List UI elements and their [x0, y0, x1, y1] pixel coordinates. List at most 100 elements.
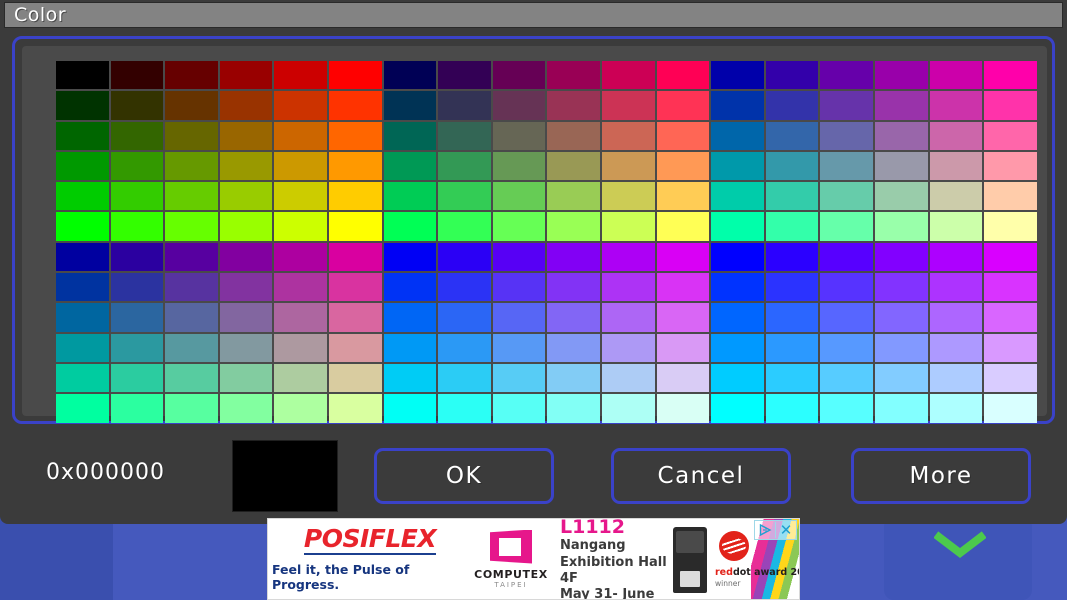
more-button[interactable]: More [851, 448, 1031, 504]
color-swatch[interactable] [165, 61, 218, 90]
color-swatch[interactable] [984, 303, 1037, 332]
color-swatch[interactable] [765, 182, 819, 211]
color-swatch[interactable] [274, 91, 327, 120]
color-swatch[interactable] [219, 242, 273, 272]
color-swatch[interactable] [110, 242, 164, 272]
color-swatch[interactable] [56, 182, 109, 211]
color-swatch[interactable] [165, 273, 218, 302]
color-swatch[interactable] [820, 394, 873, 423]
color-swatch[interactable] [165, 121, 218, 150]
color-swatch[interactable] [219, 91, 273, 120]
color-swatch[interactable] [274, 394, 327, 423]
color-swatch[interactable] [438, 333, 491, 362]
color-swatch[interactable] [274, 212, 327, 241]
color-swatch[interactable] [383, 61, 437, 90]
color-swatch[interactable] [929, 303, 983, 332]
color-swatch[interactable] [438, 91, 491, 120]
color-swatch[interactable] [274, 182, 327, 211]
color-swatch[interactable] [656, 242, 710, 272]
color-swatch[interactable] [110, 333, 164, 362]
color-swatch[interactable] [165, 151, 218, 181]
advertisement-banner[interactable]: POSIFLEX Feel it, the Pulse of Progress.… [267, 518, 800, 600]
color-swatch[interactable] [765, 61, 819, 90]
color-swatch[interactable] [56, 121, 109, 150]
color-swatch[interactable] [820, 242, 873, 272]
color-swatch[interactable] [56, 242, 109, 272]
color-swatch[interactable] [547, 394, 600, 423]
color-swatch[interactable] [547, 303, 600, 332]
color-swatch[interactable] [820, 91, 873, 120]
color-swatch[interactable] [274, 333, 327, 362]
collapse-chevron-button[interactable] [930, 524, 990, 566]
color-swatch[interactable] [383, 182, 437, 211]
color-swatch[interactable] [438, 182, 491, 211]
color-swatch[interactable] [929, 182, 983, 211]
color-swatch[interactable] [711, 333, 764, 362]
color-swatch[interactable] [656, 303, 710, 332]
color-swatch[interactable] [984, 363, 1037, 393]
color-swatch[interactable] [820, 151, 873, 181]
color-swatch[interactable] [656, 91, 710, 120]
color-swatch[interactable] [601, 91, 655, 120]
color-swatch[interactable] [219, 363, 273, 393]
color-swatch[interactable] [219, 182, 273, 211]
color-swatch[interactable] [492, 303, 546, 332]
color-swatch[interactable] [56, 394, 109, 423]
color-swatch[interactable] [383, 121, 437, 150]
color-swatch[interactable] [438, 273, 491, 302]
color-swatch[interactable] [165, 182, 218, 211]
color-swatch[interactable] [547, 363, 600, 393]
color-swatch[interactable] [984, 61, 1037, 90]
color-swatch[interactable] [328, 242, 382, 272]
adchoices-control[interactable]: ✕ [754, 520, 797, 540]
color-swatch[interactable] [656, 182, 710, 211]
color-swatch[interactable] [547, 273, 600, 302]
color-swatch[interactable] [219, 394, 273, 423]
color-swatch[interactable] [383, 303, 437, 332]
color-swatch[interactable] [874, 303, 928, 332]
color-swatch[interactable] [328, 91, 382, 120]
color-swatch[interactable] [56, 303, 109, 332]
color-swatch[interactable] [820, 61, 873, 90]
color-swatch[interactable] [929, 273, 983, 302]
color-swatch[interactable] [165, 394, 218, 423]
ok-button[interactable]: OK [374, 448, 554, 504]
color-swatch[interactable] [874, 333, 928, 362]
color-swatch[interactable] [547, 333, 600, 362]
color-swatch[interactable] [984, 182, 1037, 211]
color-swatch[interactable] [219, 273, 273, 302]
color-swatch[interactable] [56, 151, 109, 181]
color-swatch[interactable] [492, 91, 546, 120]
color-swatch[interactable] [711, 182, 764, 211]
color-swatch[interactable] [492, 333, 546, 362]
color-swatch[interactable] [874, 151, 928, 181]
color-swatch[interactable] [274, 61, 327, 90]
color-swatch[interactable] [601, 394, 655, 423]
color-swatch[interactable] [110, 182, 164, 211]
color-swatch[interactable] [984, 121, 1037, 150]
color-swatch[interactable] [165, 212, 218, 241]
color-swatch[interactable] [929, 333, 983, 362]
color-swatch[interactable] [601, 303, 655, 332]
color-swatch[interactable] [984, 333, 1037, 362]
color-swatch[interactable] [328, 363, 382, 393]
color-swatch[interactable] [274, 242, 327, 272]
color-swatch[interactable] [929, 212, 983, 241]
color-swatch[interactable] [656, 121, 710, 150]
color-swatch[interactable] [711, 61, 764, 90]
color-swatch[interactable] [56, 273, 109, 302]
color-swatch[interactable] [110, 303, 164, 332]
color-swatch[interactable] [328, 121, 382, 150]
color-swatch[interactable] [711, 394, 764, 423]
color-swatch[interactable] [328, 303, 382, 332]
color-swatch[interactable] [874, 182, 928, 211]
color-swatch[interactable] [874, 121, 928, 150]
color-swatch[interactable] [929, 151, 983, 181]
color-swatch[interactable] [56, 91, 109, 120]
color-swatch[interactable] [547, 242, 600, 272]
color-swatch[interactable] [711, 363, 764, 393]
color-swatch[interactable] [438, 363, 491, 393]
color-swatch[interactable] [492, 242, 546, 272]
color-swatch[interactable] [165, 91, 218, 120]
color-swatch[interactable] [492, 151, 546, 181]
